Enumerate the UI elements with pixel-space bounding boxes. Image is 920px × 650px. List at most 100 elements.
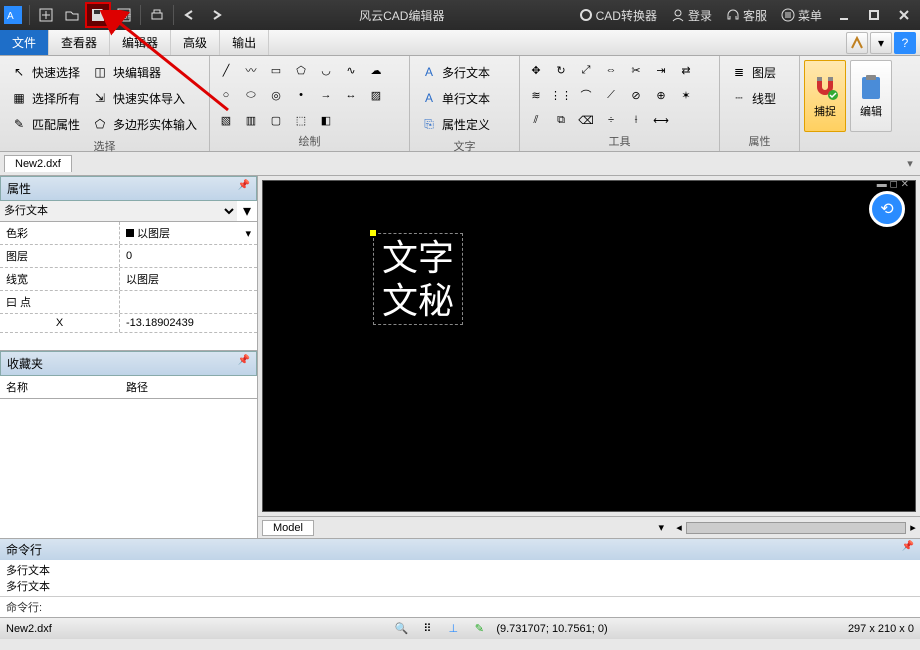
break-icon[interactable]: ⊘ xyxy=(626,85,646,105)
mirror-icon[interactable]: ⇄ xyxy=(676,60,696,80)
prop-layer-value[interactable]: 0 xyxy=(120,245,257,267)
edit-button[interactable]: 编辑 xyxy=(850,60,892,132)
redo-icon[interactable] xyxy=(203,2,229,28)
chamfer-icon[interactable]: ⟋ xyxy=(601,85,621,105)
pin-icon[interactable]: 📌 xyxy=(902,541,914,558)
converter-button[interactable]: CAD转换器 xyxy=(575,5,661,26)
rotate-icon[interactable]: ↻ xyxy=(551,60,571,80)
stretch-icon[interactable]: ⇔ xyxy=(601,60,621,80)
save-icon[interactable] xyxy=(85,2,111,28)
object-type-select[interactable]: 多行文本 xyxy=(0,201,237,221)
face-icon[interactable]: ◧ xyxy=(316,110,336,130)
prop-color-value[interactable]: 以图层▾ xyxy=(120,222,257,244)
mtext-button[interactable]: A多行文本 xyxy=(416,60,493,84)
array-icon[interactable]: ⋮⋮ xyxy=(551,85,571,105)
poly-import-button[interactable]: ⬠多边形实体输入 xyxy=(87,112,200,136)
linetype-button[interactable]: ┈线型 xyxy=(726,86,779,110)
model-tab[interactable]: Model xyxy=(262,520,314,536)
status-ortho-icon[interactable]: ⊥ xyxy=(444,620,462,638)
join-icon[interactable]: ⊕ xyxy=(651,85,671,105)
status-snap-icon[interactable]: ✎ xyxy=(470,620,488,638)
menu-viewer[interactable]: 查看器 xyxy=(49,30,110,55)
status-grid-icon[interactable]: ⠿ xyxy=(418,620,436,638)
circle-icon[interactable]: ○ xyxy=(216,85,236,105)
spline-icon[interactable]: ∿ xyxy=(341,60,361,80)
polygon-icon[interactable]: ⬠ xyxy=(291,60,311,80)
fav-path-col[interactable]: 路径 xyxy=(120,376,154,398)
status-zoom-icon[interactable]: 🔍 xyxy=(392,620,410,638)
offset-icon[interactable]: ≋ xyxy=(526,85,546,105)
lengthen-icon[interactable]: ⟷ xyxy=(651,110,671,130)
xline-icon[interactable]: ↔ xyxy=(341,85,361,105)
scroll-right-icon[interactable]: ▸ xyxy=(906,521,920,534)
new-icon[interactable] xyxy=(33,2,59,28)
menu-advanced[interactable]: 高级 xyxy=(171,30,220,55)
close-icon[interactable] xyxy=(892,3,916,27)
minimize-icon[interactable] xyxy=(832,3,856,27)
dropdown-icon[interactable]: ▾ xyxy=(870,32,892,54)
line-icon[interactable]: ╱ xyxy=(216,60,236,80)
filter-icon[interactable]: ▾ xyxy=(237,201,257,221)
command-input[interactable] xyxy=(48,597,920,617)
hatch-icon[interactable]: ▨ xyxy=(366,85,386,105)
ray-icon[interactable]: → xyxy=(316,85,336,105)
login-button[interactable]: 登录 xyxy=(667,5,716,26)
match-props-button[interactable]: ✎匹配属性 xyxy=(6,112,83,136)
print-icon[interactable] xyxy=(144,2,170,28)
maximize-icon[interactable] xyxy=(862,3,886,27)
viewport-controls[interactable]: ▬ ◻ ✕ xyxy=(877,179,909,190)
wipeout-icon[interactable]: ▢ xyxy=(266,110,286,130)
revcloud-icon[interactable]: ☁ xyxy=(366,60,386,80)
point-icon[interactable]: • xyxy=(291,85,311,105)
hscrollbar[interactable] xyxy=(686,522,906,534)
trim-icon[interactable]: ✂ xyxy=(626,60,646,80)
menu-button[interactable]: 菜单 xyxy=(777,5,826,26)
drawing-canvas[interactable]: ▬ ◻ ✕ 文字 文秘 ⟲ xyxy=(262,180,916,512)
mtext-entity[interactable]: 文字 文秘 xyxy=(373,233,463,325)
view-cube-icon[interactable]: ⟲ xyxy=(869,191,905,227)
undo-icon[interactable] xyxy=(177,2,203,28)
align-icon[interactable]: ⫽ xyxy=(526,110,546,130)
fav-name-col[interactable]: 名称 xyxy=(0,376,120,398)
measure-icon[interactable]: ⟊ xyxy=(626,110,646,130)
scroll-left-icon[interactable]: ◂ xyxy=(672,521,686,534)
quick-select-button[interactable]: ↖快速选择 xyxy=(6,60,83,84)
doctab[interactable]: New2.dxf xyxy=(4,155,72,172)
arc-icon[interactable]: ◡ xyxy=(316,60,336,80)
snap-button[interactable]: 捕捉 xyxy=(804,60,846,132)
style-icon[interactable] xyxy=(846,32,868,54)
3d-icon[interactable]: ⬚ xyxy=(291,110,311,130)
layer-button[interactable]: ≣图层 xyxy=(726,60,779,84)
scale-icon[interactable]: ⤢ xyxy=(576,60,596,80)
erase-icon[interactable]: ⌫ xyxy=(576,110,596,130)
fast-import-button[interactable]: ⇲快速实体导入 xyxy=(87,86,200,110)
open-icon[interactable] xyxy=(59,2,85,28)
select-all-button[interactable]: ▦选择所有 xyxy=(6,86,83,110)
polyline-icon[interactable]: 〰 xyxy=(241,60,261,80)
app-icon[interactable]: A xyxy=(0,2,26,28)
prop-x-value[interactable]: -13.18902439 xyxy=(120,314,257,332)
extend-icon[interactable]: ⇥ xyxy=(651,60,671,80)
explode-icon[interactable]: ✶ xyxy=(676,85,696,105)
export-pdf-icon[interactable]: PDF xyxy=(111,2,137,28)
doctab-dropdown-icon[interactable]: ▾ xyxy=(900,157,920,170)
gradient-icon[interactable]: ▧ xyxy=(216,110,236,130)
support-button[interactable]: 客服 xyxy=(722,5,771,26)
block-editor-button[interactable]: ◫块编辑器 xyxy=(87,60,200,84)
attdef-button[interactable]: ⎘属性定义 xyxy=(416,112,493,136)
region-icon[interactable]: ▥ xyxy=(241,110,261,130)
stext-button[interactable]: A单行文本 xyxy=(416,86,493,110)
divide-icon[interactable]: ÷ xyxy=(601,110,621,130)
donut-icon[interactable]: ◎ xyxy=(266,85,286,105)
rect-icon[interactable]: ▭ xyxy=(266,60,286,80)
copy-icon[interactable]: ⧉ xyxy=(551,110,571,130)
pin-icon[interactable]: 📌 xyxy=(238,355,250,372)
prop-lineweight-value[interactable]: 以图层 xyxy=(120,268,257,290)
menu-editor[interactable]: 编辑器 xyxy=(110,30,171,55)
help-icon[interactable]: ? xyxy=(894,32,916,54)
move-icon[interactable]: ✥ xyxy=(526,60,546,80)
layout-dropdown-icon[interactable]: ▾ xyxy=(650,521,672,534)
fillet-icon[interactable]: ⌒ xyxy=(576,85,596,105)
menu-output[interactable]: 输出 xyxy=(220,30,269,55)
pin-icon[interactable]: 📌 xyxy=(238,180,250,197)
